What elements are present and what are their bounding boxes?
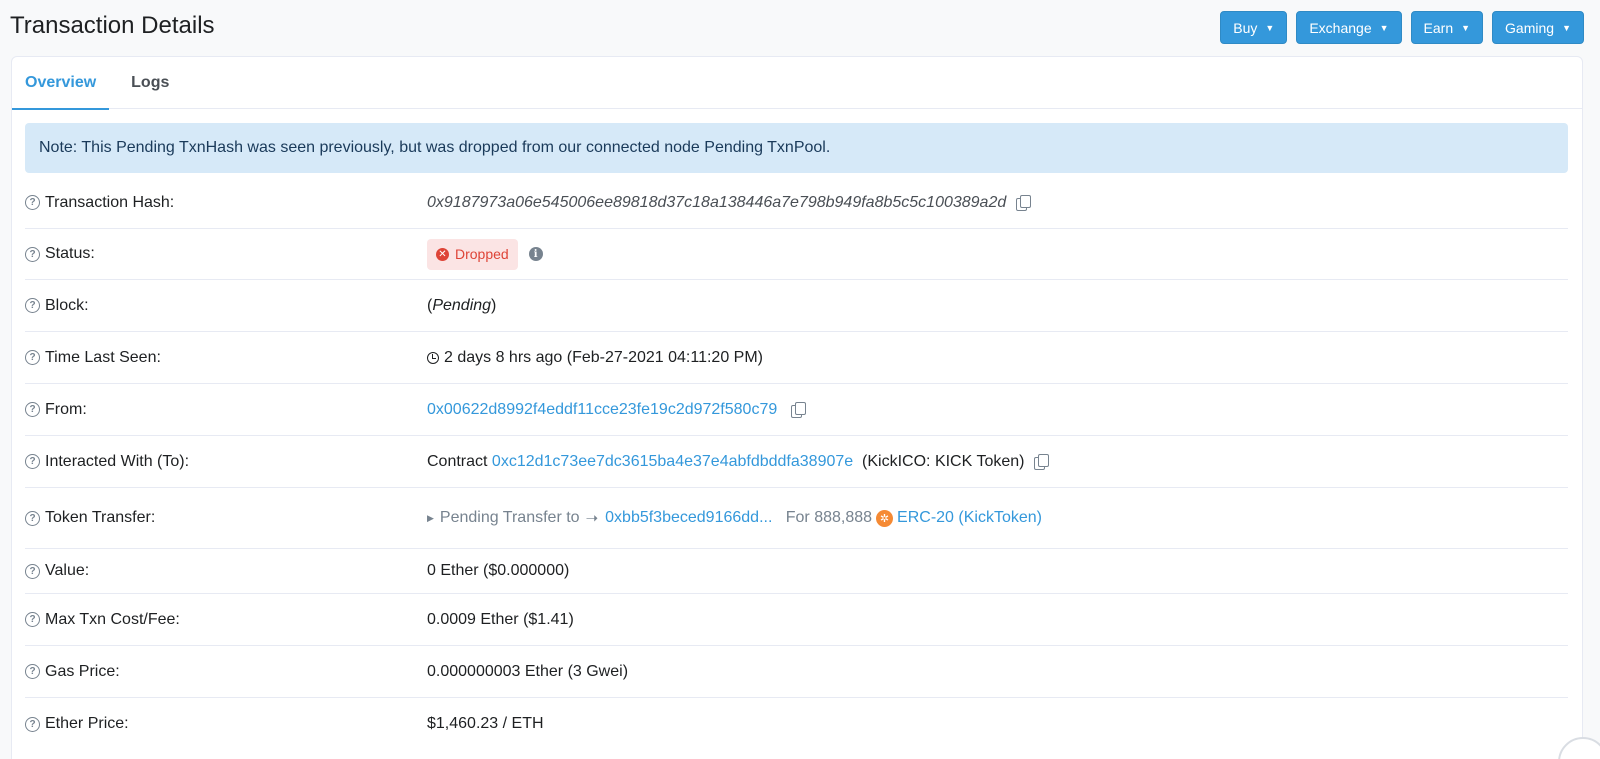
arrow-right-icon: ➝ (585, 510, 599, 527)
tx-hash-value: 0x9187973a06e545006ee89818d37c18a138446a… (427, 193, 1007, 211)
page-title: Transaction Details (10, 12, 215, 39)
time-value: 2 days 8 hrs ago (Feb-27-2021 04:11:20 P… (444, 348, 763, 366)
gas-price-value: 0.000000003 Ether (3 Gwei) (427, 662, 629, 680)
copy-icon[interactable] (1034, 453, 1050, 470)
gaming-dropdown-button[interactable]: Gaming ▼ (1492, 11, 1584, 44)
dropped-note: Note: This Pending TxnHash was seen prev… (25, 123, 1568, 173)
to-label: Interacted With (To): (45, 452, 190, 470)
chevron-down-icon: ▼ (1379, 23, 1389, 33)
help-icon[interactable]: ? (25, 510, 40, 526)
block-label: Block: (45, 296, 89, 314)
top-nav-buttons: Buy ▼ Exchange ▼ Earn ▼ Gaming ▼ (1220, 11, 1584, 44)
tab-logs[interactable]: Logs (118, 57, 182, 109)
token-transfer-label: Token Transfer: (45, 509, 156, 526)
kick-token-icon: ✲ (876, 509, 894, 527)
max-fee-label: Max Txn Cost/Fee: (45, 610, 180, 628)
tx-hash-label: Transaction Hash: (45, 193, 175, 211)
chevron-down-icon: ▼ (1562, 23, 1571, 33)
help-icon[interactable]: ? (25, 350, 40, 365)
info-icon[interactable]: i (528, 247, 543, 261)
help-icon[interactable]: ? (25, 298, 40, 313)
caret-right-icon[interactable]: ▶ (427, 513, 434, 524)
status-badge-text: Dropped (455, 246, 509, 262)
value-amount: 0 Ether ($0.000000) (427, 562, 570, 579)
row-time-last-seen: ? Time Last Seen: 2 days 8 hrs ago (Feb-2… (25, 332, 1568, 384)
help-icon[interactable]: ? (25, 195, 40, 210)
transaction-card: Overview Logs Note: This Pending TxnHash… (11, 56, 1583, 759)
from-address-link[interactable]: 0x00622d8992f4eddf11cce23fe19c2d972f580c… (427, 401, 777, 419)
tab-bar: Overview Logs (12, 57, 1582, 110)
help-icon[interactable]: ? (25, 664, 40, 679)
buy-label: Buy (1233, 19, 1258, 36)
status-badge: ✕ Dropped (427, 238, 518, 270)
block-value: Pending (432, 296, 492, 314)
row-interacted-with: ? Interacted With (To): Contract 0xc12d1c… (25, 436, 1568, 488)
help-icon[interactable]: ? (25, 563, 40, 579)
details-list: ? Transaction Hash: 0x9187973a06e545006ee… (25, 177, 1568, 750)
chevron-down-icon: ▼ (1265, 23, 1275, 33)
transfer-to-address-link[interactable]: 0xbb5f3beced9166dd... (605, 509, 772, 527)
status-label: Status: (45, 245, 95, 262)
exchange-dropdown-button[interactable]: Exchange ▼ (1296, 11, 1402, 44)
ether-price-label: Ether Price: (45, 715, 129, 732)
max-fee-value: 0.0009 Ether ($1.41) (427, 610, 574, 628)
exchange-label: Exchange (1309, 19, 1372, 36)
earn-dropdown-button[interactable]: Earn ▼ (1410, 11, 1484, 44)
contract-prefix: Contract (427, 452, 488, 470)
clock-icon (427, 351, 439, 364)
row-block: ? Block: (Pending) (25, 280, 1568, 332)
ether-price-value: $1,460.23 / ETH (427, 715, 544, 732)
row-token-transfer: ? Token Transfer: ▶ Pending Transfer to ➝… (25, 488, 1568, 549)
transfer-amount-text: For 888,888 (785, 509, 873, 526)
help-icon[interactable]: ? (25, 402, 40, 417)
pending-transfer-text: Pending Transfer to (439, 509, 580, 526)
row-status: ? Status: ✕ Dropped i (25, 229, 1568, 280)
block-close-paren: ) (491, 296, 497, 314)
row-ether-price: ? Ether Price: $1,460.23 / ETH (25, 698, 1568, 750)
help-icon[interactable]: ? (25, 716, 40, 732)
buy-dropdown-button[interactable]: Buy ▼ (1220, 11, 1288, 44)
earn-label: Earn (1423, 19, 1454, 36)
row-gas-price: ? Gas Price: 0.000000003 Ether (3 Gwei) (25, 646, 1568, 698)
row-max-fee: ? Max Txn Cost/Fee: 0.0009 Ether ($1.41) (25, 594, 1568, 646)
from-label: From: (45, 400, 87, 418)
tab-overview[interactable]: Overview (12, 57, 110, 110)
help-icon[interactable]: ? (25, 612, 40, 627)
x-circle-icon: ✕ (436, 247, 449, 261)
chevron-down-icon: ▼ (1461, 23, 1471, 33)
copy-icon[interactable] (791, 401, 807, 418)
gaming-label: Gaming (1505, 19, 1555, 36)
contract-address-link[interactable]: 0xc12d1c73ee7dc3615ba4e37e4abfdbddfa3890… (492, 453, 853, 471)
row-tx-hash: ? Transaction Hash: 0x9187973a06e545006ee… (25, 177, 1568, 229)
value-label: Value: (45, 562, 90, 579)
token-link[interactable]: ERC-20 (KickToken) (897, 509, 1042, 527)
help-icon[interactable]: ? (25, 246, 40, 262)
row-from: ? From: 0x00622d8992f4eddf11cce23fe19c2d9… (25, 384, 1568, 436)
time-label: Time Last Seen: (45, 348, 161, 366)
gas-price-label: Gas Price: (45, 662, 120, 680)
help-icon[interactable]: ? (25, 454, 40, 469)
row-value: ? Value: 0 Ether ($0.000000) (25, 549, 1568, 594)
contract-name: (KickICO: KICK Token) (862, 452, 1025, 470)
copy-icon[interactable] (1016, 194, 1032, 211)
